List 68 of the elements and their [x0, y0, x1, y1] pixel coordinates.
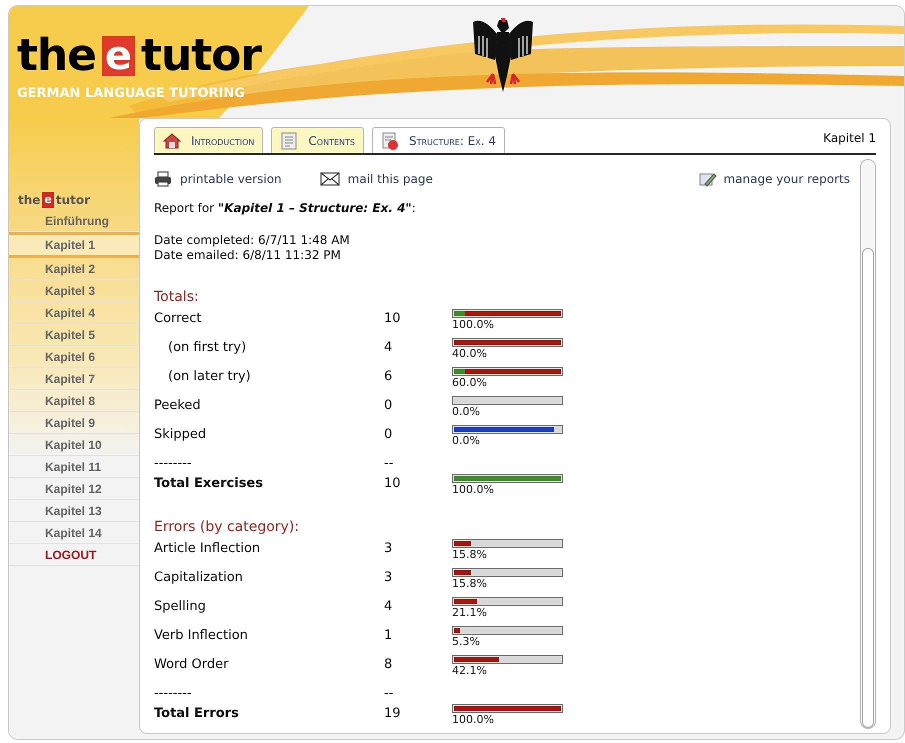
scrollbar[interactable]	[860, 159, 876, 729]
tab[interactable]: Contents	[271, 127, 364, 153]
percent-label: 40.0%	[452, 347, 488, 360]
row-label: Correct	[154, 310, 202, 328]
row-label: Peeked	[154, 397, 202, 415]
row-label: Article Inflection	[154, 540, 262, 558]
row-count: 10	[384, 310, 402, 328]
envelope-icon	[320, 172, 340, 186]
section-heading: Totals:	[154, 288, 200, 307]
logo-letter: e	[102, 36, 136, 76]
report-title: Report for "Kapitel 1 – Structure: Ex. 4":	[154, 200, 417, 217]
row-count: 0	[384, 397, 394, 415]
tab[interactable]: Introduction	[154, 127, 264, 153]
percent-label: 15.8%	[452, 577, 488, 590]
separator-dashes: --------	[154, 455, 193, 474]
eagle-emblem-icon	[470, 16, 535, 94]
row-count: 0	[384, 426, 394, 444]
tab[interactable]: Structure: Ex. 4	[372, 127, 506, 153]
logo-word: the	[17, 34, 96, 78]
row-label: (on later try)	[167, 368, 252, 386]
print-link[interactable]: printable version	[154, 170, 282, 188]
percent-label: 100.0%	[452, 713, 495, 726]
document-icon	[280, 132, 298, 150]
logo-word: tutor	[141, 34, 261, 78]
row-count: 19	[384, 705, 402, 723]
row-label: Word Order	[154, 656, 230, 674]
row-label: Spelling	[154, 598, 207, 616]
percent-label: 5.3%	[452, 635, 481, 648]
separator-dashes: --------	[154, 685, 193, 704]
percent-label: 100.0%	[452, 483, 495, 496]
chapter-label: Kapitel 1	[823, 130, 876, 147]
house-icon	[163, 132, 181, 150]
sidebar-item[interactable]: Kapitel 1	[9, 232, 139, 258]
tagline: GERMAN LANGUAGE TUTORING	[17, 85, 246, 103]
row-label: Total Exercises	[154, 475, 264, 493]
date-completed: Date completed: 6/7/11 1:48 AM	[154, 233, 351, 248]
separator-dashes: --	[384, 685, 394, 704]
row-count: 1	[384, 627, 394, 645]
date-emailed: Date emailed: 6/8/11 11:32 PM	[154, 248, 342, 263]
percent-label: 21.1%	[452, 606, 488, 619]
notepad-pencil-icon	[699, 171, 718, 187]
row-label: (on first try)	[167, 339, 248, 357]
row-label: Capitalization	[154, 569, 244, 587]
row-count: 8	[384, 656, 394, 674]
row-count: 4	[384, 598, 394, 616]
separator-dashes: --	[384, 455, 394, 474]
row-label: Total Errors	[154, 705, 240, 723]
percent-label: 100.0%	[452, 318, 495, 331]
percent-label: 60.0%	[452, 376, 488, 389]
percent-label: 0.0%	[452, 434, 481, 447]
document-chart-icon	[380, 132, 399, 150]
row-count: 6	[384, 368, 394, 386]
row-label: Skipped	[154, 426, 208, 444]
percent-label: 0.0%	[452, 405, 481, 418]
printer-icon	[154, 171, 172, 187]
row-count: 4	[384, 339, 394, 357]
percent-label: 15.8%	[452, 548, 488, 561]
row-label: Verb Inflection	[154, 627, 249, 645]
logo-word: tutor	[56, 192, 90, 209]
row-count: 10	[384, 475, 402, 493]
logo-letter: e	[42, 192, 54, 208]
row-count: 3	[384, 540, 394, 558]
mail-link[interactable]: mail this page	[320, 170, 433, 188]
manage-reports-link[interactable]: manage your reports	[699, 170, 850, 188]
percent-label: 42.1%	[452, 664, 488, 677]
logo-word: the	[18, 192, 40, 209]
section-heading: Errors (by category):	[154, 518, 300, 537]
row-count: 3	[384, 569, 394, 587]
